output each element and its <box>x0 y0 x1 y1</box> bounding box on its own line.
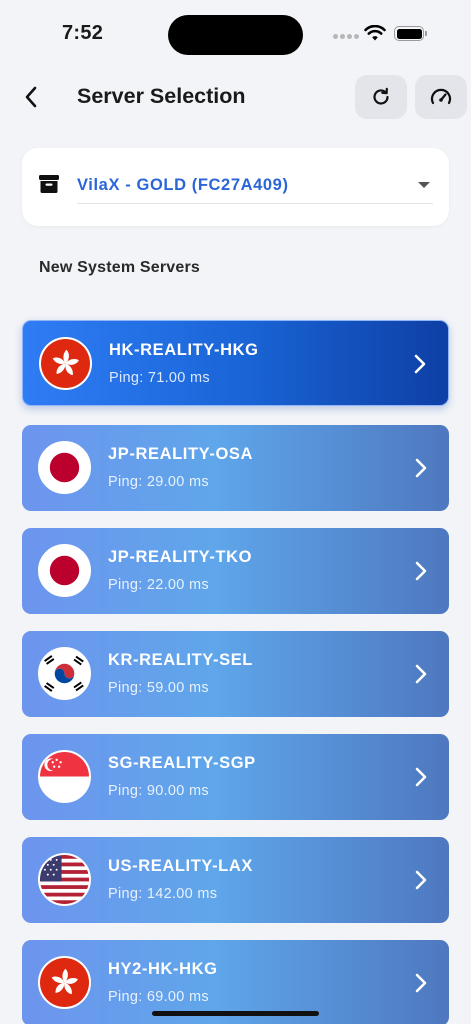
server-name: US-REALITY-LAX <box>108 857 253 875</box>
server-name: JP-REALITY-TKO <box>108 548 253 566</box>
chevron-right-icon <box>414 354 426 374</box>
server-card-jp-reality-osa[interactable]: JP-REALITY-OSA Ping: 29.00 ms <box>22 425 449 511</box>
server-name: JP-REALITY-OSA <box>108 445 254 463</box>
server-name: HY2-HK-HKG <box>108 960 218 978</box>
chevron-left-icon <box>25 86 37 108</box>
home-indicator[interactable] <box>152 1011 319 1016</box>
page-title: Server Selection <box>77 84 246 108</box>
chevron-right-icon <box>415 561 427 581</box>
status-time: 7:52 <box>62 22 104 44</box>
south-korea-flag-icon <box>38 647 91 700</box>
server-ping: Ping: 22.00 ms <box>108 577 209 593</box>
caret-down-icon <box>418 182 430 188</box>
chevron-right-icon <box>415 973 427 993</box>
status-bar: 7:52 <box>0 0 471 70</box>
refresh-icon <box>373 87 389 105</box>
back-button[interactable] <box>14 80 48 114</box>
server-ping: Ping: 29.00 ms <box>108 474 209 490</box>
subscription-name: VilaX - GOLD (FC27A409) <box>77 176 289 194</box>
server-card-sg-reality-sgp[interactable]: SG-REALITY-SGP Ping: 90.00 ms <box>22 734 449 820</box>
speed-test-button[interactable] <box>415 75 467 119</box>
server-card-hk-reality-hkg[interactable]: HK-REALITY-HKG Ping: 71.00 ms <box>22 320 449 406</box>
japan-flag-icon <box>38 544 91 597</box>
hong-kong-flag-icon <box>38 956 91 1009</box>
usa-flag-icon <box>38 853 91 906</box>
chevron-right-icon <box>415 767 427 787</box>
chevron-right-icon <box>415 458 427 478</box>
cellular-signal-icon <box>333 34 359 39</box>
server-name: SG-REALITY-SGP <box>108 754 256 772</box>
hong-kong-flag-icon <box>39 337 92 390</box>
chevron-right-icon <box>415 664 427 684</box>
subscription-card: VilaX - GOLD (FC27A409) <box>22 148 449 226</box>
server-card-kr-reality-sel[interactable]: KR-REALITY-SEL Ping: 59.00 ms <box>22 631 449 717</box>
server-ping: Ping: 59.00 ms <box>108 680 209 696</box>
wifi-icon <box>364 25 386 41</box>
section-title: New System Servers <box>39 259 201 276</box>
archive-box-icon <box>39 175 59 193</box>
server-ping: Ping: 90.00 ms <box>108 783 209 799</box>
server-name: KR-REALITY-SEL <box>108 651 253 669</box>
server-card-us-reality-lax[interactable]: US-REALITY-LAX Ping: 142.00 ms <box>22 837 449 923</box>
dynamic-island <box>168 15 303 55</box>
server-card-jp-reality-tko[interactable]: JP-REALITY-TKO Ping: 22.00 ms <box>22 528 449 614</box>
singapore-flag-icon <box>38 750 91 803</box>
speedometer-icon <box>430 88 452 105</box>
server-ping: Ping: 142.00 ms <box>108 886 218 902</box>
server-ping: Ping: 71.00 ms <box>109 370 210 386</box>
server-name: HK-REALITY-HKG <box>109 341 259 359</box>
battery-icon <box>394 26 424 41</box>
chevron-right-icon <box>415 870 427 890</box>
subscription-dropdown[interactable]: VilaX - GOLD (FC27A409) <box>77 168 433 204</box>
japan-flag-icon <box>38 441 91 494</box>
refresh-button[interactable] <box>355 75 407 119</box>
server-ping: Ping: 69.00 ms <box>108 989 209 1005</box>
battery-cap <box>425 31 427 36</box>
